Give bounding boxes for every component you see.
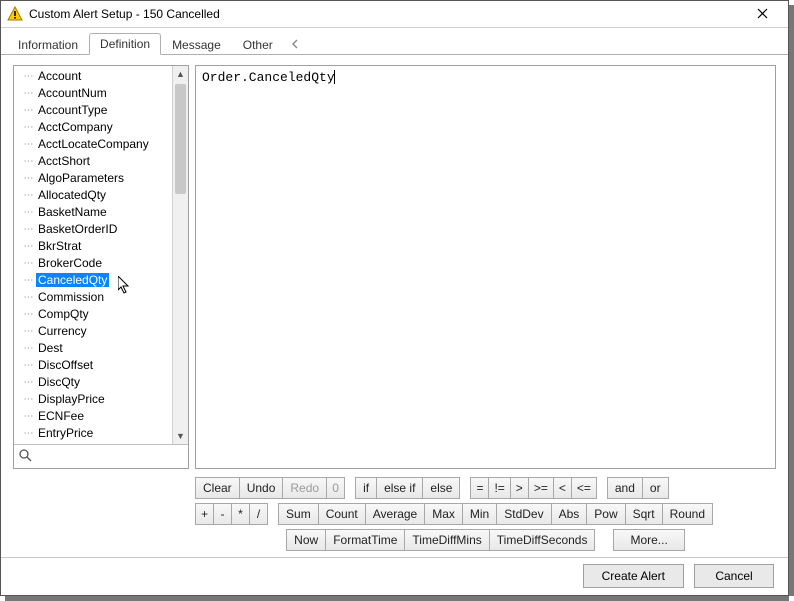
tree-item[interactable]: Currency [36,324,89,338]
content-area: ⋯Account ⋯AccountNum ⋯AccountType ⋯AcctC… [1,55,788,557]
close-icon [757,8,768,19]
titlebar: Custom Alert Setup - 150 Cancelled [1,1,788,28]
tree-item[interactable]: CompQty [36,307,91,321]
tree-item[interactable]: AlgoParameters [36,171,126,185]
dialog-window: Custom Alert Setup - 150 Cancelled Infor… [0,0,789,596]
timediffseconds-button[interactable]: TimeDiffSeconds [490,529,596,551]
gt-button[interactable]: > [511,477,529,499]
scroll-up-icon[interactable]: ▲ [173,66,188,82]
tree-item[interactable]: BrokerCode [36,256,104,270]
count-button[interactable]: Count [319,503,366,525]
expression-toolbar: Clear Undo Redo 0 if else if else = != >… [195,477,776,551]
min-button[interactable]: Min [463,503,497,525]
lte-button[interactable]: <= [572,477,597,499]
timediffmins-button[interactable]: TimeDiffMins [405,529,489,551]
tree-item[interactable]: BasketOrderID [36,222,119,236]
tree-search-row [14,444,188,468]
mul-button[interactable]: * [232,503,250,525]
elseif-button[interactable]: else if [377,477,423,499]
tab-information[interactable]: Information [7,34,89,55]
sqrt-button[interactable]: Sqrt [626,503,663,525]
if-button[interactable]: if [355,477,377,499]
tree-item[interactable]: DisplayPrice [36,392,107,406]
minus-button[interactable]: - [214,503,232,525]
tree-item[interactable]: DiscQty [36,375,82,389]
field-tree[interactable]: ⋯Account ⋯AccountNum ⋯AccountType ⋯AcctC… [14,66,172,444]
neq-button[interactable]: != [489,477,510,499]
undo-button[interactable]: Undo [240,477,284,499]
scroll-thumb[interactable] [175,84,186,194]
tree-item[interactable]: AccountType [36,103,109,117]
tree-item[interactable]: EntryPrice [36,426,95,440]
max-button[interactable]: Max [425,503,463,525]
abs-button[interactable]: Abs [552,503,588,525]
tree-item[interactable]: AllocatedQty [36,188,108,202]
stddev-button[interactable]: StdDev [497,503,551,525]
clear-button[interactable]: Clear [195,477,240,499]
text-cursor [334,70,335,84]
now-button[interactable]: Now [286,529,326,551]
close-button[interactable] [742,2,782,26]
tree-item[interactable]: Dest [36,341,65,355]
expression-editor[interactable]: Order.CanceledQty [195,65,776,469]
tab-message[interactable]: Message [161,34,232,55]
redo-button[interactable]: Redo [283,477,327,499]
lt-button[interactable]: < [554,477,572,499]
window-title: Custom Alert Setup - 150 Cancelled [29,7,742,21]
more-button[interactable]: More... [613,529,684,551]
tab-overflow-icon[interactable] [284,34,308,55]
average-button[interactable]: Average [366,503,425,525]
tab-bar: Information Definition Message Other [1,28,788,55]
or-button[interactable]: or [643,477,669,499]
tree-item[interactable]: DiscOffset [36,358,95,372]
gte-button[interactable]: >= [529,477,554,499]
create-alert-button[interactable]: Create Alert [583,564,684,588]
tree-item[interactable]: Account [36,69,83,83]
tree-item[interactable]: AcctCompany [36,120,115,134]
warning-icon [7,6,23,22]
and-button[interactable]: and [607,477,643,499]
field-tree-panel: ⋯Account ⋯AccountNum ⋯AccountType ⋯AcctC… [13,65,189,469]
else-button[interactable]: else [423,477,460,499]
cancel-button[interactable]: Cancel [694,564,774,588]
pow-button[interactable]: Pow [587,503,625,525]
tree-scrollbar[interactable]: ▲ ▼ [172,66,188,444]
sum-button[interactable]: Sum [278,503,319,525]
tree-item[interactable]: AccountNum [36,86,109,100]
tree-item[interactable]: Commission [36,290,106,304]
tab-other[interactable]: Other [232,34,284,55]
tree-search-input[interactable] [36,448,195,464]
tree-item[interactable]: ECNFee [36,409,86,423]
tree-item[interactable]: BasketName [36,205,109,219]
formattime-button[interactable]: FormatTime [326,529,405,551]
search-icon [18,448,32,465]
expression-text: Order.CanceledQty [202,70,335,85]
scroll-down-icon[interactable]: ▼ [173,428,188,444]
eq-button[interactable]: = [470,477,489,499]
tree-item[interactable]: AcctLocateCompany [36,137,151,151]
plus-button[interactable]: + [195,503,214,525]
redo-count: 0 [327,477,345,499]
round-button[interactable]: Round [663,503,713,525]
div-button[interactable]: / [250,503,268,525]
tab-definition[interactable]: Definition [89,33,161,55]
tree-item-selected[interactable]: CanceledQty [36,273,109,287]
tree-item[interactable]: BkrStrat [36,239,83,253]
dialog-footer: Create Alert Cancel [1,557,788,595]
tree-item[interactable]: AcctShort [36,154,92,168]
